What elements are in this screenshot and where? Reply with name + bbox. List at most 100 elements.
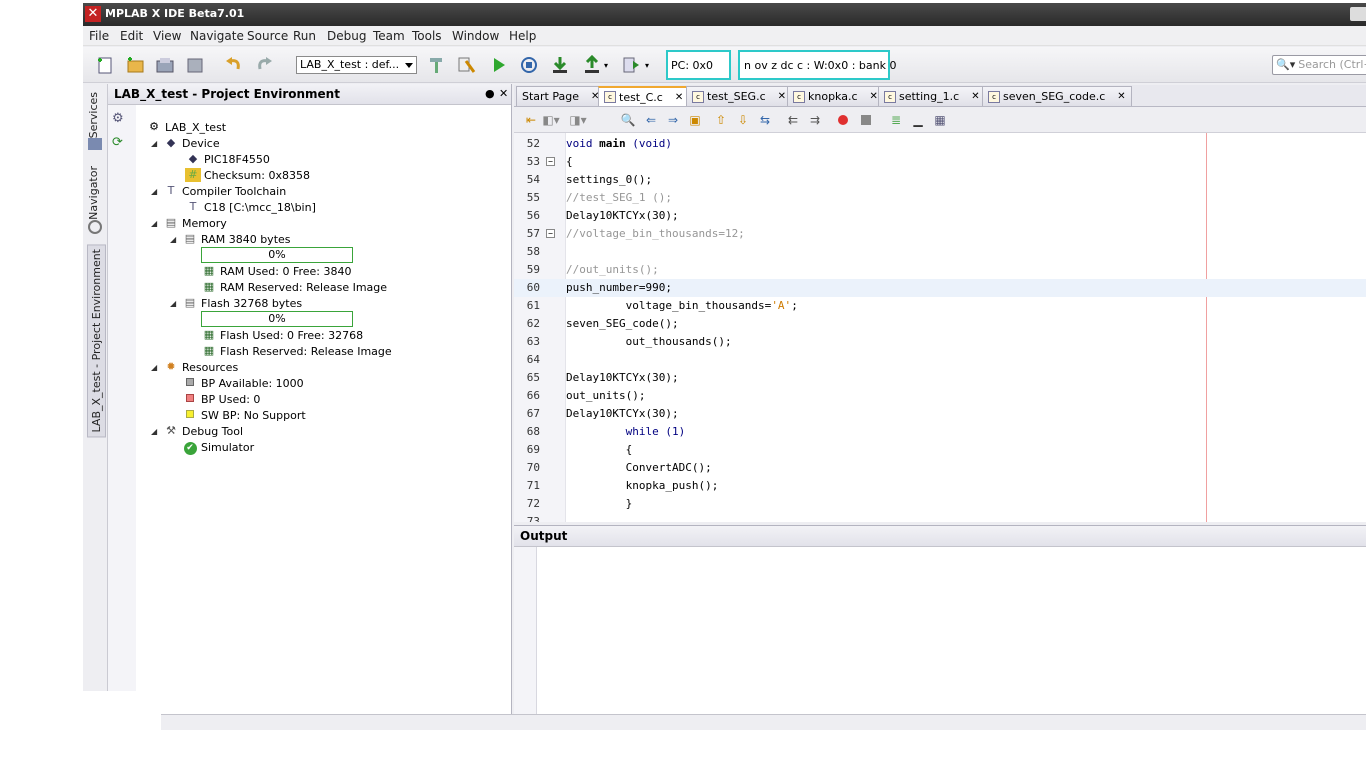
tree-simulator[interactable]: ✔ Simulator (182, 439, 254, 455)
expander-icon[interactable]: ◢ (151, 187, 159, 196)
toggle-highlight-icon[interactable]: ▣ (686, 111, 704, 129)
find-next-icon[interactable]: ⇒ (664, 111, 682, 129)
close-icon[interactable]: ✕ (870, 91, 878, 102)
tree-bp-available[interactable]: BP Available: 1000 (182, 375, 304, 391)
tree-resources[interactable]: ✹ Resources (163, 359, 238, 375)
forward-icon[interactable]: ◨▾ (569, 111, 587, 129)
close-icon[interactable]: ✕ (1117, 91, 1125, 102)
uncomment-icon[interactable]: ▁ (909, 111, 927, 129)
reload-icon[interactable]: ⟳ (112, 135, 128, 150)
menu-debug[interactable]: Debug (327, 29, 366, 43)
tab-test-c[interactable]: c test_C.c ✕ (598, 86, 690, 106)
menu-tools[interactable]: Tools (412, 29, 442, 43)
tab-project-environment[interactable]: LAB_X_test - Project Environment (87, 244, 106, 438)
tab-label: knopka.c (808, 90, 858, 103)
code-editor[interactable]: 52 void main (void) 53−{ 54 settings_0(); … (514, 133, 1366, 522)
run-icon[interactable] (488, 54, 510, 76)
stop-macro-icon[interactable] (857, 111, 875, 129)
toggle-bookmark-icon[interactable]: ⇆ (756, 111, 774, 129)
window-control-button[interactable] (1350, 7, 1366, 21)
new-project-icon[interactable] (124, 54, 146, 76)
tree-flash[interactable]: ▤ Flash 32768 bytes (182, 295, 302, 311)
close-project-icon[interactable] (184, 54, 206, 76)
search-input[interactable]: 🔍▾ Search (Ctrl+ (1272, 55, 1366, 75)
expander-icon[interactable]: ◢ (170, 235, 178, 244)
comment-icon[interactable]: ≣ (887, 111, 905, 129)
tree-checksum[interactable]: # Checksum: 0x8358 (185, 167, 310, 183)
menu-view[interactable]: View (153, 29, 181, 43)
menu-source[interactable]: Source (247, 29, 288, 43)
tree-flash-reserved[interactable]: ▦ Flash Reserved: Release Image (201, 343, 392, 359)
tab-navigator[interactable]: Navigator (87, 166, 100, 220)
shift-left-icon[interactable]: ⇇ (784, 111, 802, 129)
redo-icon[interactable] (253, 54, 275, 76)
expander-icon[interactable]: ◢ (170, 299, 178, 308)
refresh-tree-icon[interactable]: ⚙ (112, 111, 128, 126)
tree-memory[interactable]: ▤ Memory (163, 215, 227, 231)
menu-file[interactable]: File (89, 29, 109, 43)
tree-ram-reserved[interactable]: ▦ RAM Reserved: Release Image (201, 279, 387, 295)
tab-start-page[interactable]: Start Page ✕ (516, 86, 606, 106)
open-project-icon[interactable] (154, 54, 176, 76)
clean-build-icon[interactable] (455, 54, 477, 76)
navigator-icon[interactable] (88, 220, 102, 234)
tree-device-name[interactable]: ◆ PIC18F4550 (185, 151, 270, 167)
undo-icon[interactable] (223, 54, 245, 76)
close-icon[interactable]: ✕ (675, 92, 683, 103)
tab-setting-1[interactable]: c setting_1.c ✕ (878, 86, 986, 106)
new-file-icon[interactable] (94, 54, 116, 76)
menu-run[interactable]: Run (293, 29, 316, 43)
tree-ram-used[interactable]: ▦ RAM Used: 0 Free: 3840 (201, 263, 352, 279)
back-icon[interactable]: ◧▾ (542, 111, 560, 129)
close-panel-icon[interactable]: ✕ (499, 87, 508, 100)
services-icon[interactable] (88, 138, 102, 150)
program-device-icon[interactable] (549, 54, 571, 76)
shift-right-icon[interactable]: ⇉ (806, 111, 824, 129)
reset-dropdown-icon[interactable]: ▾ (642, 54, 652, 76)
find-icon[interactable]: 🔍 (619, 111, 637, 129)
menu-team[interactable]: Team (373, 29, 405, 43)
start-macro-icon[interactable] (834, 111, 852, 129)
previous-bookmark-icon[interactable]: ⇧ (712, 111, 730, 129)
menu-navigate[interactable]: Navigate (190, 29, 244, 43)
tree-device[interactable]: ◆ Device (163, 135, 220, 151)
next-bookmark-icon[interactable]: ⇩ (734, 111, 752, 129)
tree-ram[interactable]: ▤ RAM 3840 bytes (182, 231, 291, 247)
build-hammer-icon[interactable] (425, 54, 447, 76)
expander-icon[interactable]: ◢ (151, 427, 159, 436)
tab-knopka[interactable]: c knopka.c ✕ (787, 86, 884, 106)
expander-icon[interactable]: ◢ (151, 139, 159, 148)
diff-icon[interactable]: ▦ (931, 111, 949, 129)
read-dropdown-icon[interactable]: ▾ (601, 54, 611, 76)
tree-root[interactable]: ⚙ LAB_X_test (146, 119, 226, 135)
menu-help[interactable]: Help (509, 29, 536, 43)
hold-in-reset-icon[interactable] (620, 54, 642, 76)
tree-compiler-path[interactable]: T C18 [C:\mcc_18\bin] (185, 199, 316, 215)
minimize-panel-button[interactable]: ● (485, 87, 495, 100)
tree-bp-used[interactable]: BP Used: 0 (182, 391, 260, 407)
configuration-select[interactable]: LAB_X_test : def... (296, 56, 417, 74)
tree-flash-used[interactable]: ▦ Flash Used: 0 Free: 32768 (201, 327, 363, 343)
line-text-part: void (566, 137, 600, 150)
last-edit-icon[interactable]: ⇤ (522, 111, 540, 129)
close-icon[interactable]: ✕ (778, 91, 786, 102)
tab-services[interactable]: Services (87, 92, 100, 138)
fold-toggle-icon[interactable]: − (546, 229, 555, 238)
close-icon[interactable]: ✕ (971, 91, 979, 102)
menu-edit[interactable]: Edit (120, 29, 143, 43)
tab-seven-seg-code[interactable]: c seven_SEG_code.c ✕ (982, 86, 1132, 106)
menu-window[interactable]: Window (452, 29, 499, 43)
fold-toggle-icon[interactable]: − (546, 157, 555, 166)
tree-sw-bp[interactable]: SW BP: No Support (182, 407, 306, 423)
tree-debug-tool[interactable]: ⚒ Debug Tool (163, 423, 243, 439)
expander-icon[interactable]: ◢ (151, 219, 159, 228)
tab-label: Start Page (522, 90, 579, 103)
expander-icon[interactable]: ◢ (151, 363, 159, 372)
read-device-icon[interactable] (581, 54, 603, 76)
debug-run-icon[interactable] (518, 54, 540, 76)
tree-device-label: Device (182, 136, 220, 150)
code-line: 68 while (1) (514, 423, 1366, 441)
tab-test-seg[interactable]: c test_SEG.c ✕ (686, 86, 793, 106)
tree-compiler[interactable]: T Compiler Toolchain (163, 183, 287, 199)
find-previous-icon[interactable]: ⇐ (642, 111, 660, 129)
